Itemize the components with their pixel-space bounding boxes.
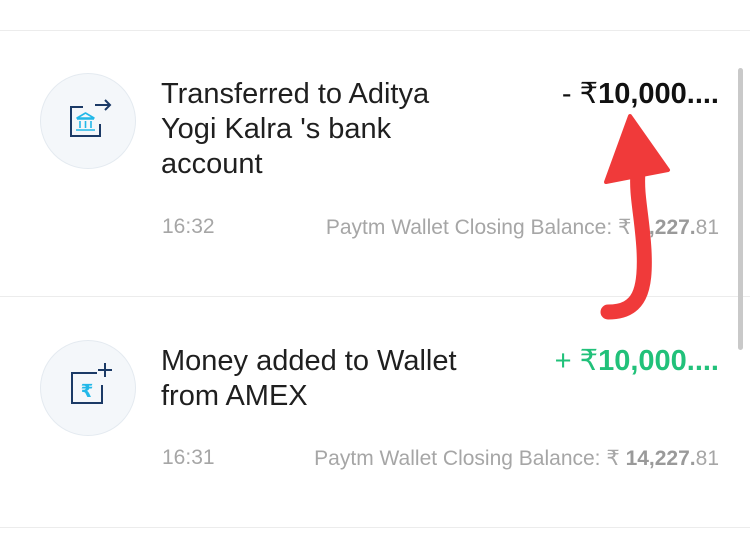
bottom-divider <box>0 527 750 528</box>
closing-balance-label: Paytm Wallet Closing Balance: ₹ <box>314 447 620 470</box>
amount-value: 10,000.... <box>598 345 719 377</box>
scrollbar[interactable] <box>738 68 743 350</box>
closing-balance-label: Paytm Wallet Closing Balance: ₹ <box>325 216 632 239</box>
transaction-item[interactable]: ₹ Money added to Wallet from AMEX + ₹10,… <box>0 297 750 527</box>
bank-transfer-icon <box>40 73 136 169</box>
closing-balance: Paytm Wallet Closing Balance: ₹ 14,227.8… <box>314 446 719 471</box>
transaction-amount: + ₹10,000.... <box>555 344 719 379</box>
amount-sign: - ₹ <box>561 78 599 110</box>
amount-value: 10,000.... <box>598 78 719 110</box>
amount-sign: + ₹ <box>554 345 599 377</box>
closing-balance-main: 4,227. <box>637 216 696 239</box>
transaction-title: Money added to Wallet from AMEX <box>161 345 457 412</box>
closing-balance-main: 14,227. <box>625 447 696 470</box>
transaction-time: 16:32 <box>162 215 215 238</box>
transaction-item[interactable]: Transferred to Aditya Yogi Kalra 's bank… <box>0 0 750 296</box>
transaction-title: Transferred to Aditya Yogi Kalra 's bank… <box>161 78 430 180</box>
closing-balance-decimal: 81 <box>695 447 719 470</box>
transaction-time: 16:31 <box>162 446 215 469</box>
transaction-amount: - ₹10,000.... <box>562 77 719 112</box>
wallet-add-money-icon: ₹ <box>40 340 136 436</box>
closing-balance-decimal: 81 <box>695 216 719 239</box>
closing-balance: Paytm Wallet Closing Balance: ₹ 4,227.81 <box>326 215 719 240</box>
svg-text:₹: ₹ <box>81 381 94 402</box>
